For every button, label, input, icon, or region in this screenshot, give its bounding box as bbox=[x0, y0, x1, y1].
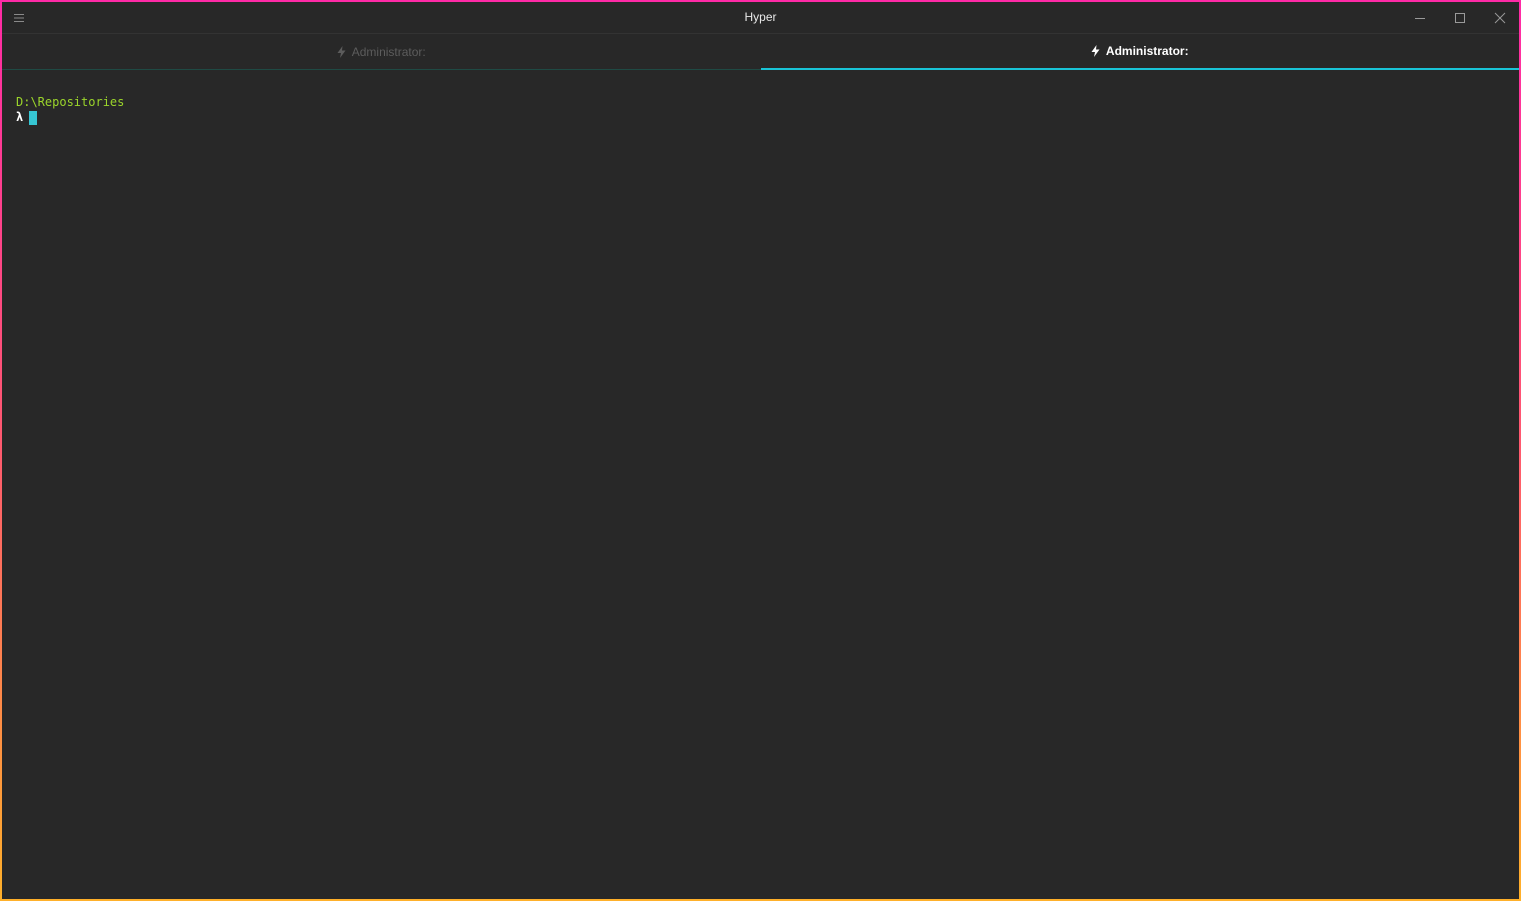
hamburger-icon[interactable] bbox=[12, 10, 28, 26]
current-directory: D:\Repositories bbox=[16, 95, 125, 109]
prompt-symbol: λ bbox=[16, 110, 24, 124]
maximize-icon bbox=[1455, 13, 1465, 23]
prompt-line[interactable]: λ bbox=[16, 110, 124, 125]
close-button[interactable] bbox=[1480, 4, 1520, 32]
minimize-button[interactable] bbox=[1400, 4, 1440, 32]
tab-administrator-1[interactable]: Administrator: bbox=[2, 34, 761, 70]
tab-bar: Administrator: Administrator: bbox=[2, 33, 1519, 71]
tab-label: Administrator: bbox=[1105, 44, 1189, 58]
tab-label: Administrator: bbox=[351, 44, 426, 59]
close-icon bbox=[1494, 12, 1506, 24]
maximize-button[interactable] bbox=[1440, 4, 1480, 32]
hyper-window: Hyper Administrator: Administrator: D:\R… bbox=[0, 0, 1521, 901]
bolt-icon bbox=[337, 45, 346, 58]
text-cursor bbox=[29, 110, 38, 125]
minimize-icon bbox=[1415, 18, 1425, 19]
bolt-icon bbox=[1091, 45, 1100, 57]
window-title: Hyper bbox=[744, 10, 777, 24]
title-bar: Hyper bbox=[2, 2, 1519, 33]
terminal-output[interactable]: D:\Repositories λ bbox=[16, 95, 124, 125]
tab-administrator-2[interactable]: Administrator: bbox=[760, 34, 1519, 70]
